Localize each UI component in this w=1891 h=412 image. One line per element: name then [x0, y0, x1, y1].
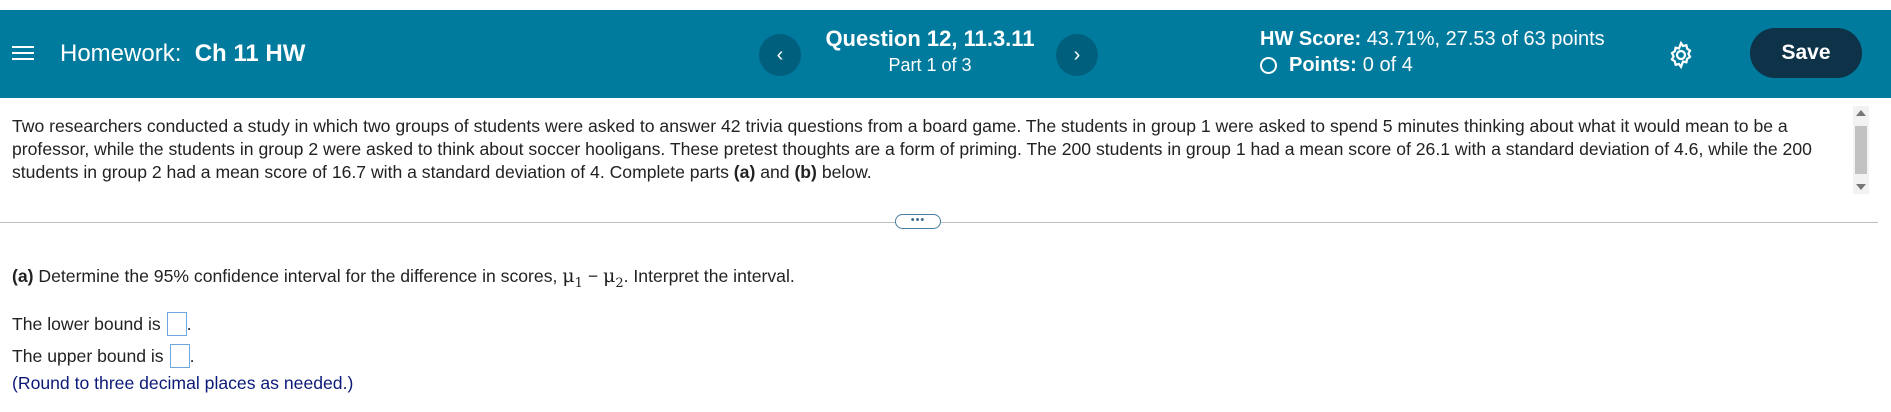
scroll-down-arrow-icon[interactable] — [1856, 184, 1866, 190]
header-bar: Homework: Ch 11 HW ‹ Question 12, 11.3.1… — [0, 10, 1891, 98]
mu2-symbol: μ2 — [602, 265, 624, 291]
homework-prefix: Homework: — [60, 40, 182, 67]
gear-icon[interactable] — [1666, 40, 1696, 70]
points-value: 0 of 4 — [1362, 54, 1413, 76]
upper-bound-row: The upper bound is . — [12, 344, 195, 368]
lower-bound-input[interactable] — [166, 312, 187, 336]
hw-score: HW Score: 43.71%, 27.53 of 63 points — [1260, 28, 1605, 51]
homework-title: Homework: Ch 11 HW — [60, 40, 305, 68]
below-text: below. — [821, 162, 872, 182]
part-a-label: (a) — [12, 266, 34, 286]
lower-bound-label: The lower bound is — [12, 313, 161, 334]
save-button[interactable]: Save — [1750, 28, 1862, 78]
top-strip — [0, 0, 1891, 10]
hw-score-value: 43.71%, 27.53 of 63 points — [1366, 28, 1605, 50]
question-stem-text: Two researchers conducted a study in whi… — [12, 116, 1812, 182]
homework-name: Ch 11 HW — [194, 40, 306, 67]
mu1-symbol: μ1 — [562, 265, 583, 291]
minus-sign: − — [587, 266, 599, 286]
expand-collapse-button[interactable]: ••• — [895, 214, 941, 229]
points-status-icon — [1260, 57, 1277, 74]
part-a-text-after: . Interpret the interval. — [623, 266, 795, 286]
scrollbar-thumb[interactable] — [1855, 126, 1867, 174]
chevron-left-icon: ‹ — [776, 43, 784, 66]
scroll-up-arrow-icon[interactable] — [1856, 110, 1866, 116]
points-label: Points: — [1289, 54, 1357, 76]
upper-bound-input[interactable] — [169, 344, 190, 368]
part-a-prompt: (a) Determine the 95% confidence interva… — [12, 265, 795, 291]
hw-score-label: HW Score: — [1260, 28, 1362, 50]
hamburger-menu-icon[interactable] — [12, 42, 34, 64]
upper-bound-label: The upper bound is — [12, 345, 164, 366]
and-text: and — [760, 162, 790, 182]
question-stem: Two researchers conducted a study in whi… — [12, 115, 1832, 184]
part-a-text: Determine the 95% confidence interval fo… — [38, 266, 558, 286]
part-b-reference: (b) — [794, 162, 817, 182]
next-question-button[interactable]: › — [1056, 34, 1098, 76]
part-a-reference: (a) — [733, 162, 756, 182]
question-title: Question 12, 11.3.11 — [825, 26, 1035, 51]
stem-scrollbar[interactable] — [1853, 106, 1869, 194]
previous-question-button[interactable]: ‹ — [759, 34, 801, 76]
question-part: Part 1 of 3 — [888, 55, 972, 75]
question-points: Points: 0 of 4 — [1260, 54, 1413, 77]
rounding-hint: (Round to three decimal places as needed… — [12, 373, 354, 393]
chevron-right-icon: › — [1073, 43, 1081, 66]
lower-bound-row: The lower bound is . — [12, 312, 192, 336]
